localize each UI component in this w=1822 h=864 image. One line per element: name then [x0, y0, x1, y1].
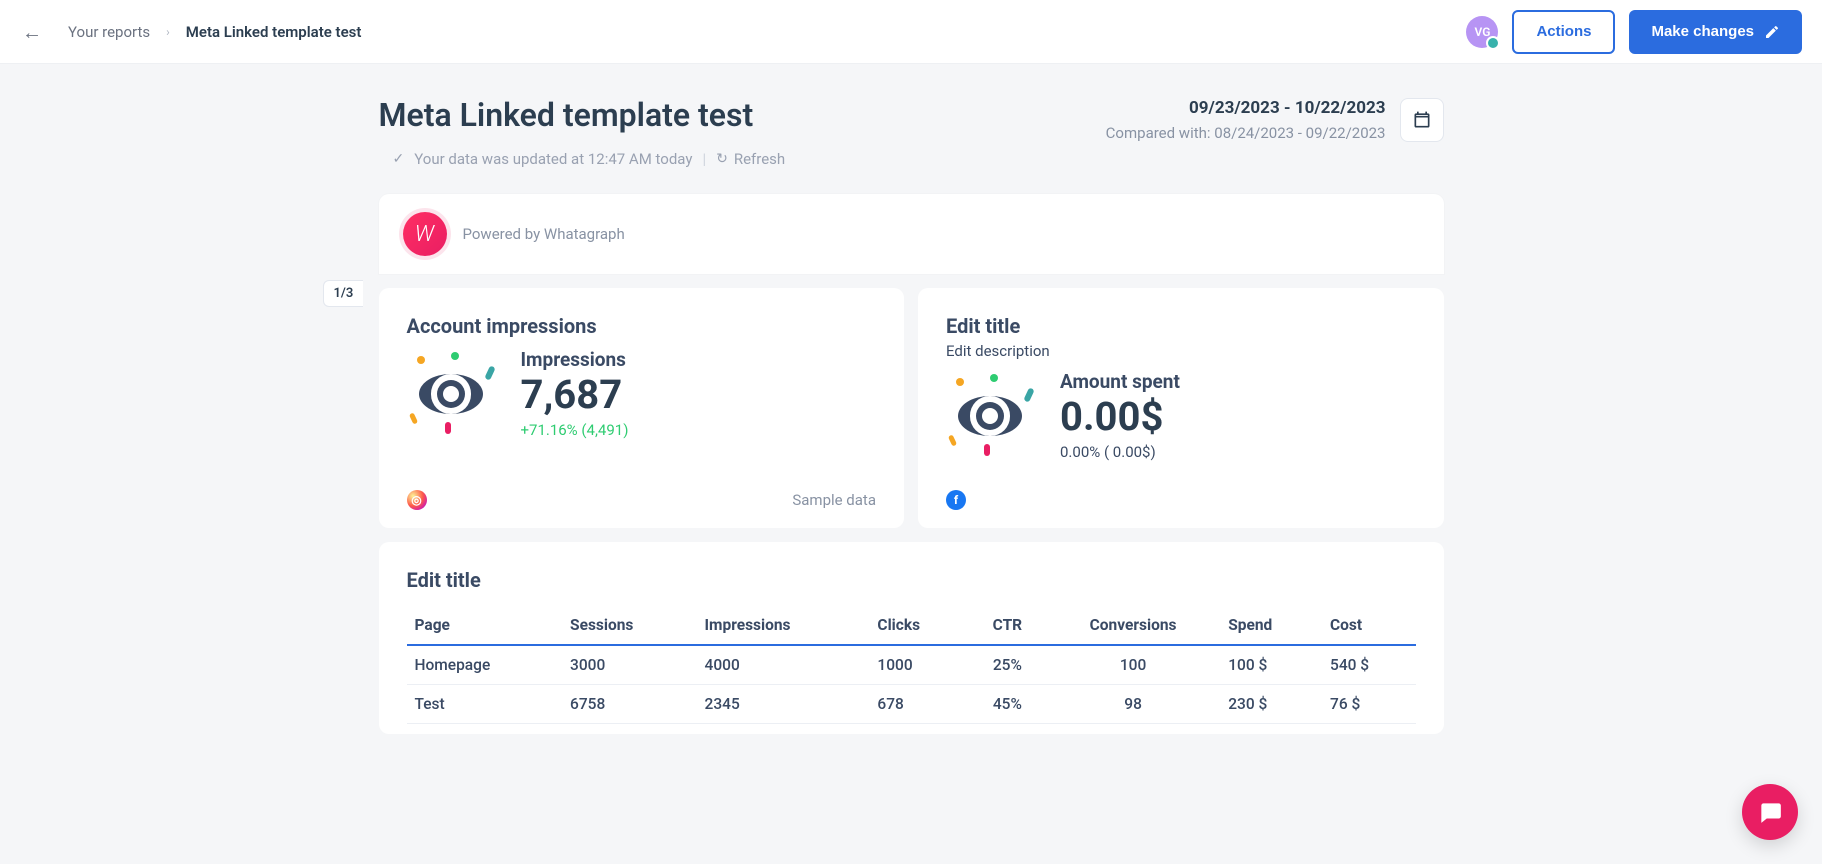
actions-button-label: Actions	[1536, 23, 1591, 40]
report-canvas: 1/3 W Powered by Whatagraph Account impr…	[379, 194, 1444, 734]
compared-with-label: Compared with:	[1106, 124, 1211, 142]
table-cell: 540 $	[1322, 645, 1415, 685]
widget-footer: ◎ Sample data	[407, 490, 877, 510]
canvas-header: W Powered by Whatagraph	[379, 194, 1444, 274]
brand-logo-icon: W	[403, 212, 447, 256]
eye-sparkle-icon	[407, 354, 495, 434]
eye-sparkle-icon	[946, 376, 1034, 456]
refresh-icon: ↻	[716, 151, 728, 167]
page-title: Meta Linked template test	[379, 96, 786, 134]
date-range-block: 09/23/2023 - 10/22/2023 Compared with: 0…	[1106, 96, 1444, 144]
content: Meta Linked template test ✓ Your data wa…	[379, 64, 1444, 734]
table-cell: 6758	[562, 685, 696, 724]
table-header[interactable]: Conversions	[1046, 606, 1220, 645]
page-header-left: Meta Linked template test ✓ Your data wa…	[379, 96, 786, 168]
table-header[interactable]: Cost	[1322, 606, 1415, 645]
widget-title: Edit title	[946, 314, 1416, 338]
widget-table[interactable]: Edit title Page Sessions Impressions Cli…	[379, 542, 1444, 734]
table-cell: 4000	[697, 645, 870, 685]
metric-label: Amount spent	[1060, 370, 1180, 393]
widgets-row: Account impressions Impressions 7,687 +7…	[379, 288, 1444, 528]
make-changes-label: Make changes	[1651, 23, 1754, 40]
divider: |	[702, 150, 706, 168]
date-range-main: 09/23/2023 - 10/22/2023	[1106, 96, 1386, 122]
page-header: Meta Linked template test ✓ Your data wa…	[379, 96, 1444, 168]
breadcrumb: Your reports › Meta Linked template test	[68, 23, 361, 41]
table-cell: 76 $	[1322, 685, 1415, 724]
table-cell: Homepage	[407, 645, 563, 685]
table-header[interactable]: Spend	[1220, 606, 1322, 645]
instagram-icon: ◎	[407, 490, 427, 510]
date-range-compared: Compared with: 08/24/2023 - 09/22/2023	[1106, 122, 1386, 145]
chat-icon	[1757, 799, 1783, 825]
metric-row: Impressions 7,687 +71.16% (4,491)	[407, 348, 877, 439]
table-header[interactable]: Clicks	[869, 606, 968, 645]
table-cell: 3000	[562, 645, 696, 685]
table-cell: 230 $	[1220, 685, 1322, 724]
metric-text: Impressions 7,687 +71.16% (4,491)	[521, 348, 629, 439]
topbar-left: ← Your reports › Meta Linked template te…	[16, 18, 361, 46]
topbar: ← Your reports › Meta Linked template te…	[0, 0, 1822, 64]
refresh-label: Refresh	[734, 150, 785, 168]
breadcrumb-root[interactable]: Your reports	[68, 23, 150, 41]
widget-amount-spent[interactable]: Edit title Edit description Amount spent…	[918, 288, 1444, 528]
table-cell: 1000	[869, 645, 968, 685]
refresh-button[interactable]: ↻ Refresh	[716, 150, 785, 168]
powered-by-text: Powered by Whatagraph	[463, 225, 625, 243]
date-range-text: 09/23/2023 - 10/22/2023 Compared with: 0…	[1106, 96, 1386, 144]
widget-title: Account impressions	[407, 314, 877, 338]
date-picker-button[interactable]	[1400, 98, 1444, 142]
table-row[interactable]: Test 6758 2345 678 45% 98 230 $ 76 $	[407, 685, 1416, 724]
metric-row: Amount spent 0.00$ 0.00% ( 0.00$)	[946, 370, 1416, 461]
make-changes-button[interactable]: Make changes	[1629, 10, 1802, 54]
table-cell: 25%	[969, 645, 1046, 685]
table-cell: 45%	[969, 685, 1046, 724]
widget-impressions[interactable]: Account impressions Impressions 7,687 +7…	[379, 288, 905, 528]
metric-change: +71.16% (4,491)	[521, 421, 629, 439]
table-header[interactable]: Page	[407, 606, 563, 645]
table-header-row: Page Sessions Impressions Clicks CTR Con…	[407, 606, 1416, 645]
data-status-row: ✓ Your data was updated at 12:47 AM toda…	[379, 150, 786, 168]
pencil-icon	[1764, 24, 1780, 40]
widget-title: Edit title	[407, 568, 1416, 592]
table-header[interactable]: CTR	[969, 606, 1046, 645]
data-status-text: Your data was updated at 12:47 AM today	[414, 150, 692, 168]
metric-text: Amount spent 0.00$ 0.00% ( 0.00$)	[1060, 370, 1180, 461]
widget-description: Edit description	[946, 342, 1416, 360]
table-header[interactable]: Impressions	[697, 606, 870, 645]
help-chat-button[interactable]	[1742, 784, 1798, 840]
metric-change: 0.00% ( 0.00$)	[1060, 443, 1180, 461]
actions-button[interactable]: Actions	[1512, 10, 1615, 54]
widget-footer: f	[946, 490, 1416, 510]
breadcrumb-current: Meta Linked template test	[186, 23, 362, 41]
table-cell: 100 $	[1220, 645, 1322, 685]
compared-range: 08/24/2023 - 09/22/2023	[1214, 124, 1385, 142]
metric-value: 0.00$	[1060, 395, 1180, 439]
table-row[interactable]: Homepage 3000 4000 1000 25% 100 100 $ 54…	[407, 645, 1416, 685]
check-icon: ✓	[393, 151, 405, 167]
sample-data-label: Sample data	[792, 491, 876, 509]
table-header[interactable]: Sessions	[562, 606, 696, 645]
calendar-icon	[1412, 110, 1432, 130]
data-table: Page Sessions Impressions Clicks CTR Con…	[407, 606, 1416, 724]
table-cell: 678	[869, 685, 968, 724]
facebook-icon: f	[946, 490, 966, 510]
table-cell: 100	[1046, 645, 1220, 685]
topbar-right: VG Actions Make changes	[1466, 10, 1802, 54]
page-indicator[interactable]: 1/3	[323, 280, 364, 307]
avatar[interactable]: VG	[1466, 16, 1498, 48]
back-arrow-icon[interactable]: ←	[16, 18, 48, 46]
table-cell: Test	[407, 685, 563, 724]
chevron-right-icon: ›	[166, 25, 170, 39]
table-cell: 2345	[697, 685, 870, 724]
metric-value: 7,687	[521, 373, 629, 417]
table-cell: 98	[1046, 685, 1220, 724]
metric-label: Impressions	[521, 348, 629, 371]
